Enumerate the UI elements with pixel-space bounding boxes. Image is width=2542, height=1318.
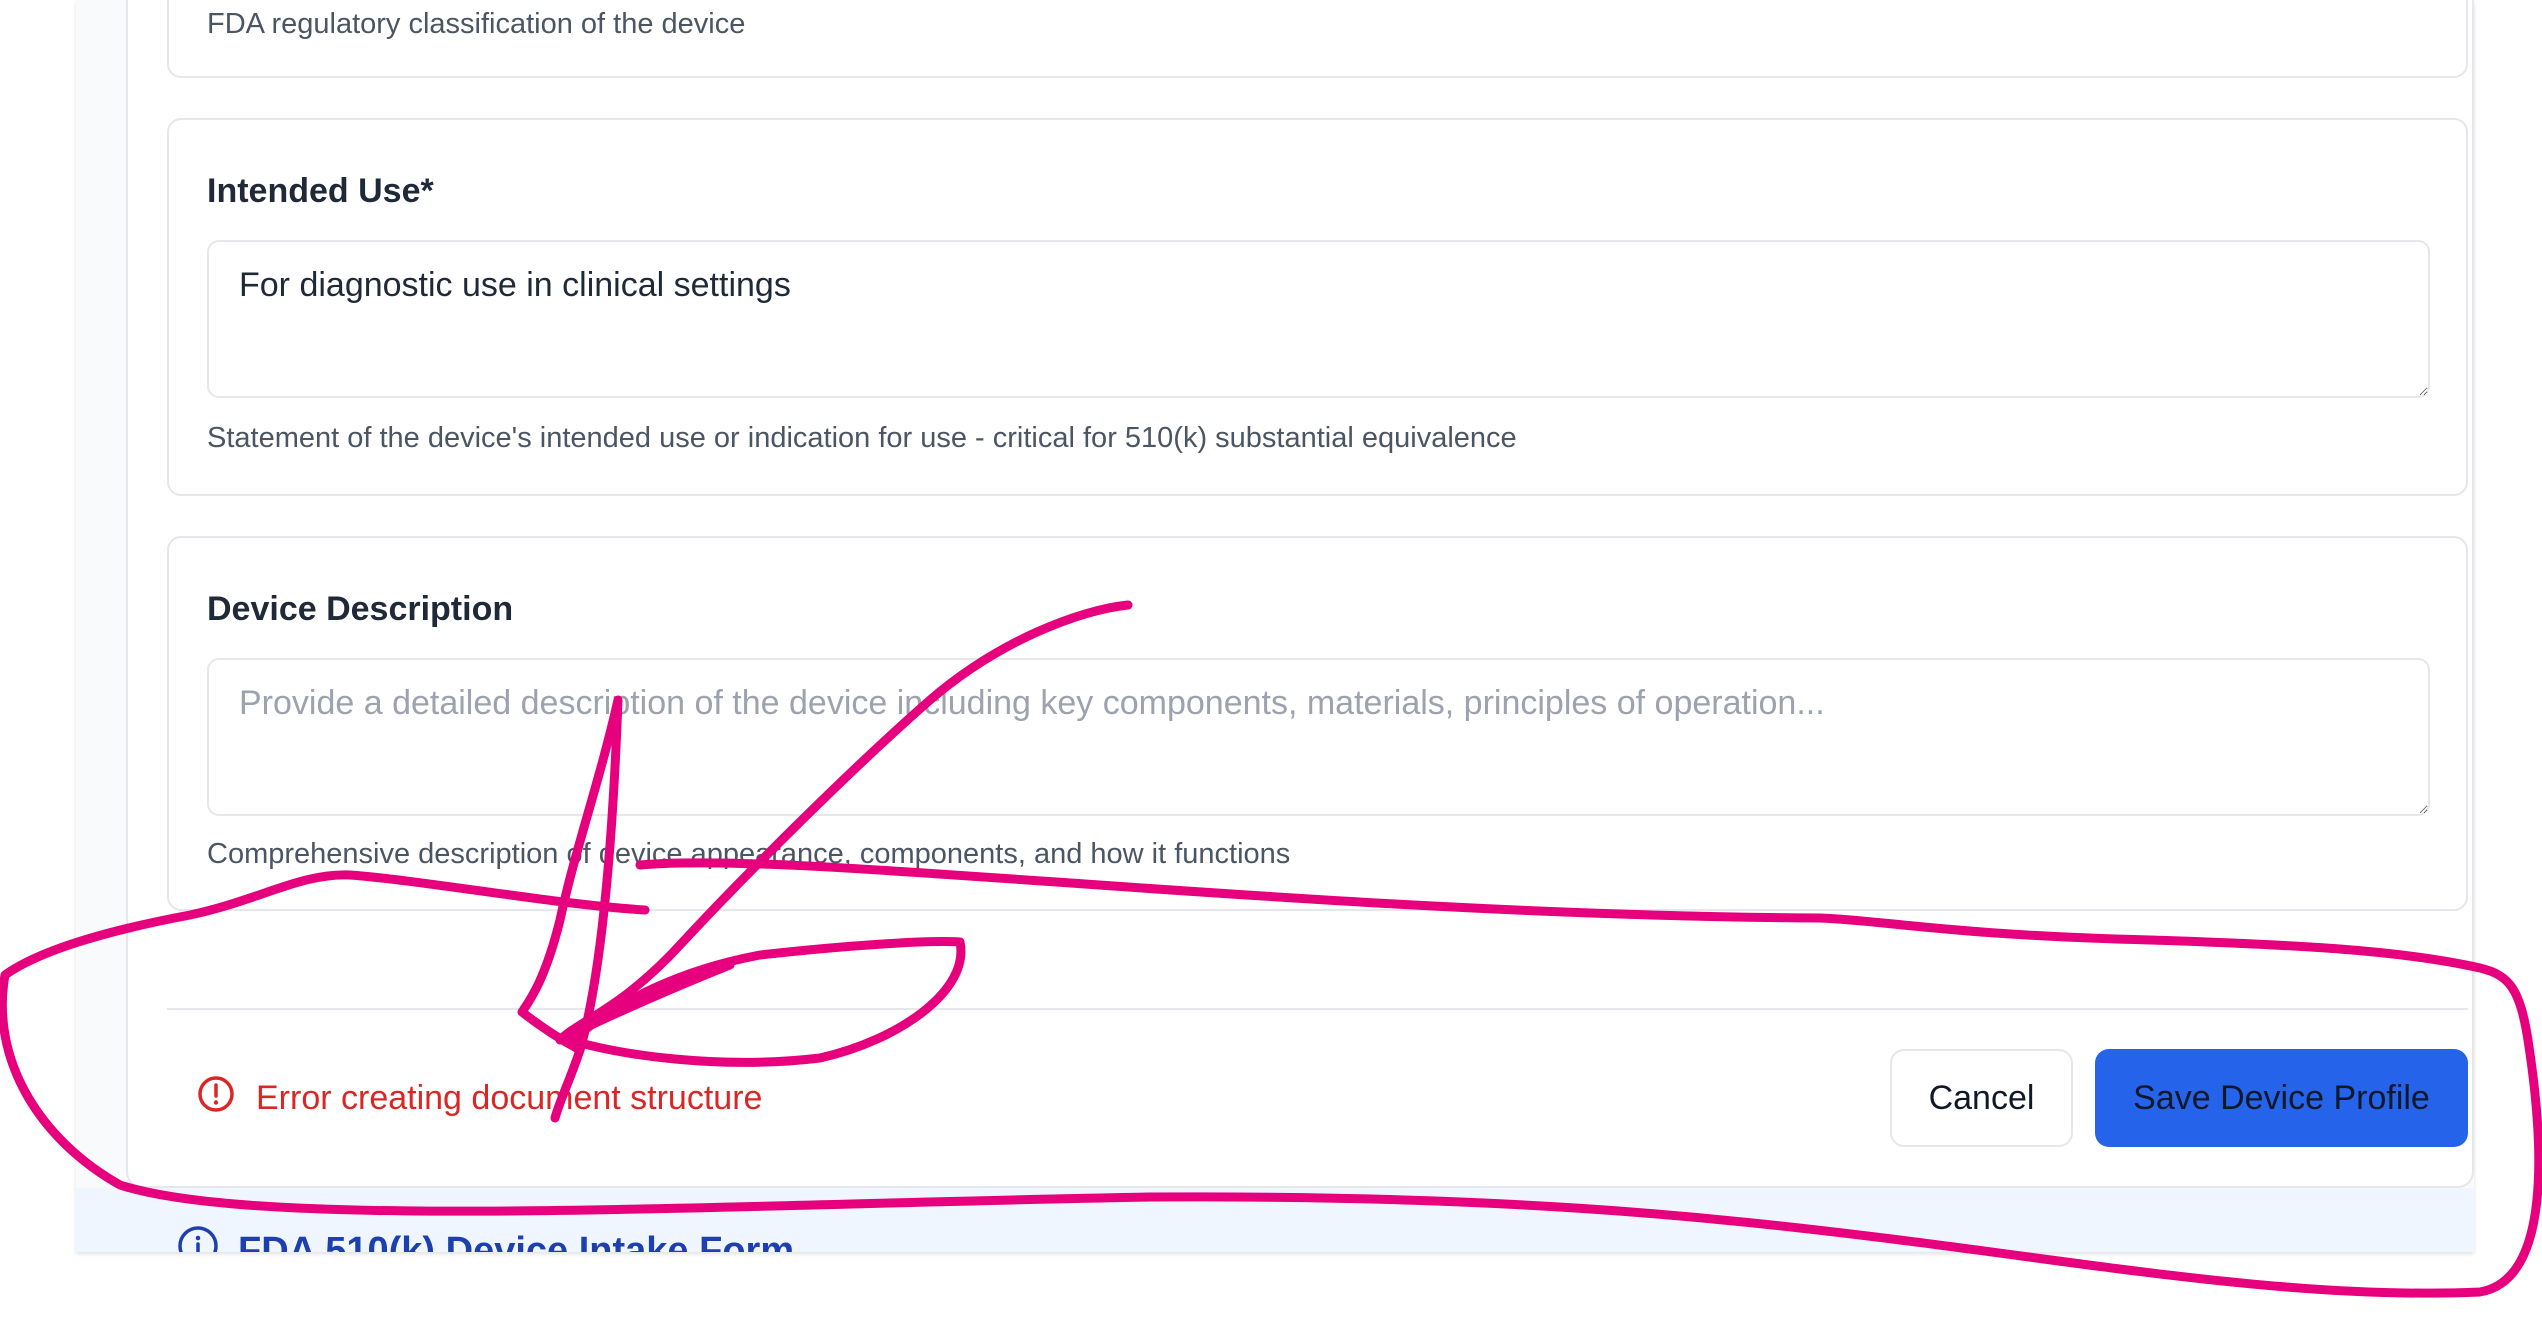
cancel-button[interactable]: Cancel — [1890, 1049, 2073, 1147]
error-message: Error creating document structure — [196, 1074, 762, 1123]
device-description-textarea[interactable] — [207, 658, 2430, 816]
intended-use-help-text: Statement of the device's intended use o… — [207, 422, 1517, 454]
intended-use-card: Intended Use* Statement of the device's … — [167, 118, 2468, 496]
footer-divider — [167, 1008, 2468, 1010]
next-section-title: FDA 510(k) Device Intake Form — [238, 1229, 795, 1253]
save-device-profile-button[interactable]: Save Device Profile — [2095, 1049, 2468, 1147]
device-description-help-text: Comprehensive description of device appe… — [207, 838, 1291, 870]
intended-use-label: Intended Use* — [207, 172, 434, 210]
error-text: Error creating document structure — [256, 1079, 763, 1117]
info-icon — [176, 1224, 220, 1252]
intended-use-textarea[interactable] — [207, 240, 2430, 398]
error-alert-icon — [196, 1074, 236, 1123]
next-section-title-row: FDA 510(k) Device Intake Form — [176, 1224, 794, 1252]
device-description-card: Device Description Comprehensive descrip… — [167, 536, 2468, 911]
classification-help-text: FDA regulatory classification of the dev… — [207, 8, 746, 40]
device-description-label: Device Description — [207, 590, 514, 628]
classification-card: FDA regulatory classification of the dev… — [167, 0, 2468, 78]
next-section-header: FDA 510(k) Device Intake Form — [76, 1188, 2474, 1252]
